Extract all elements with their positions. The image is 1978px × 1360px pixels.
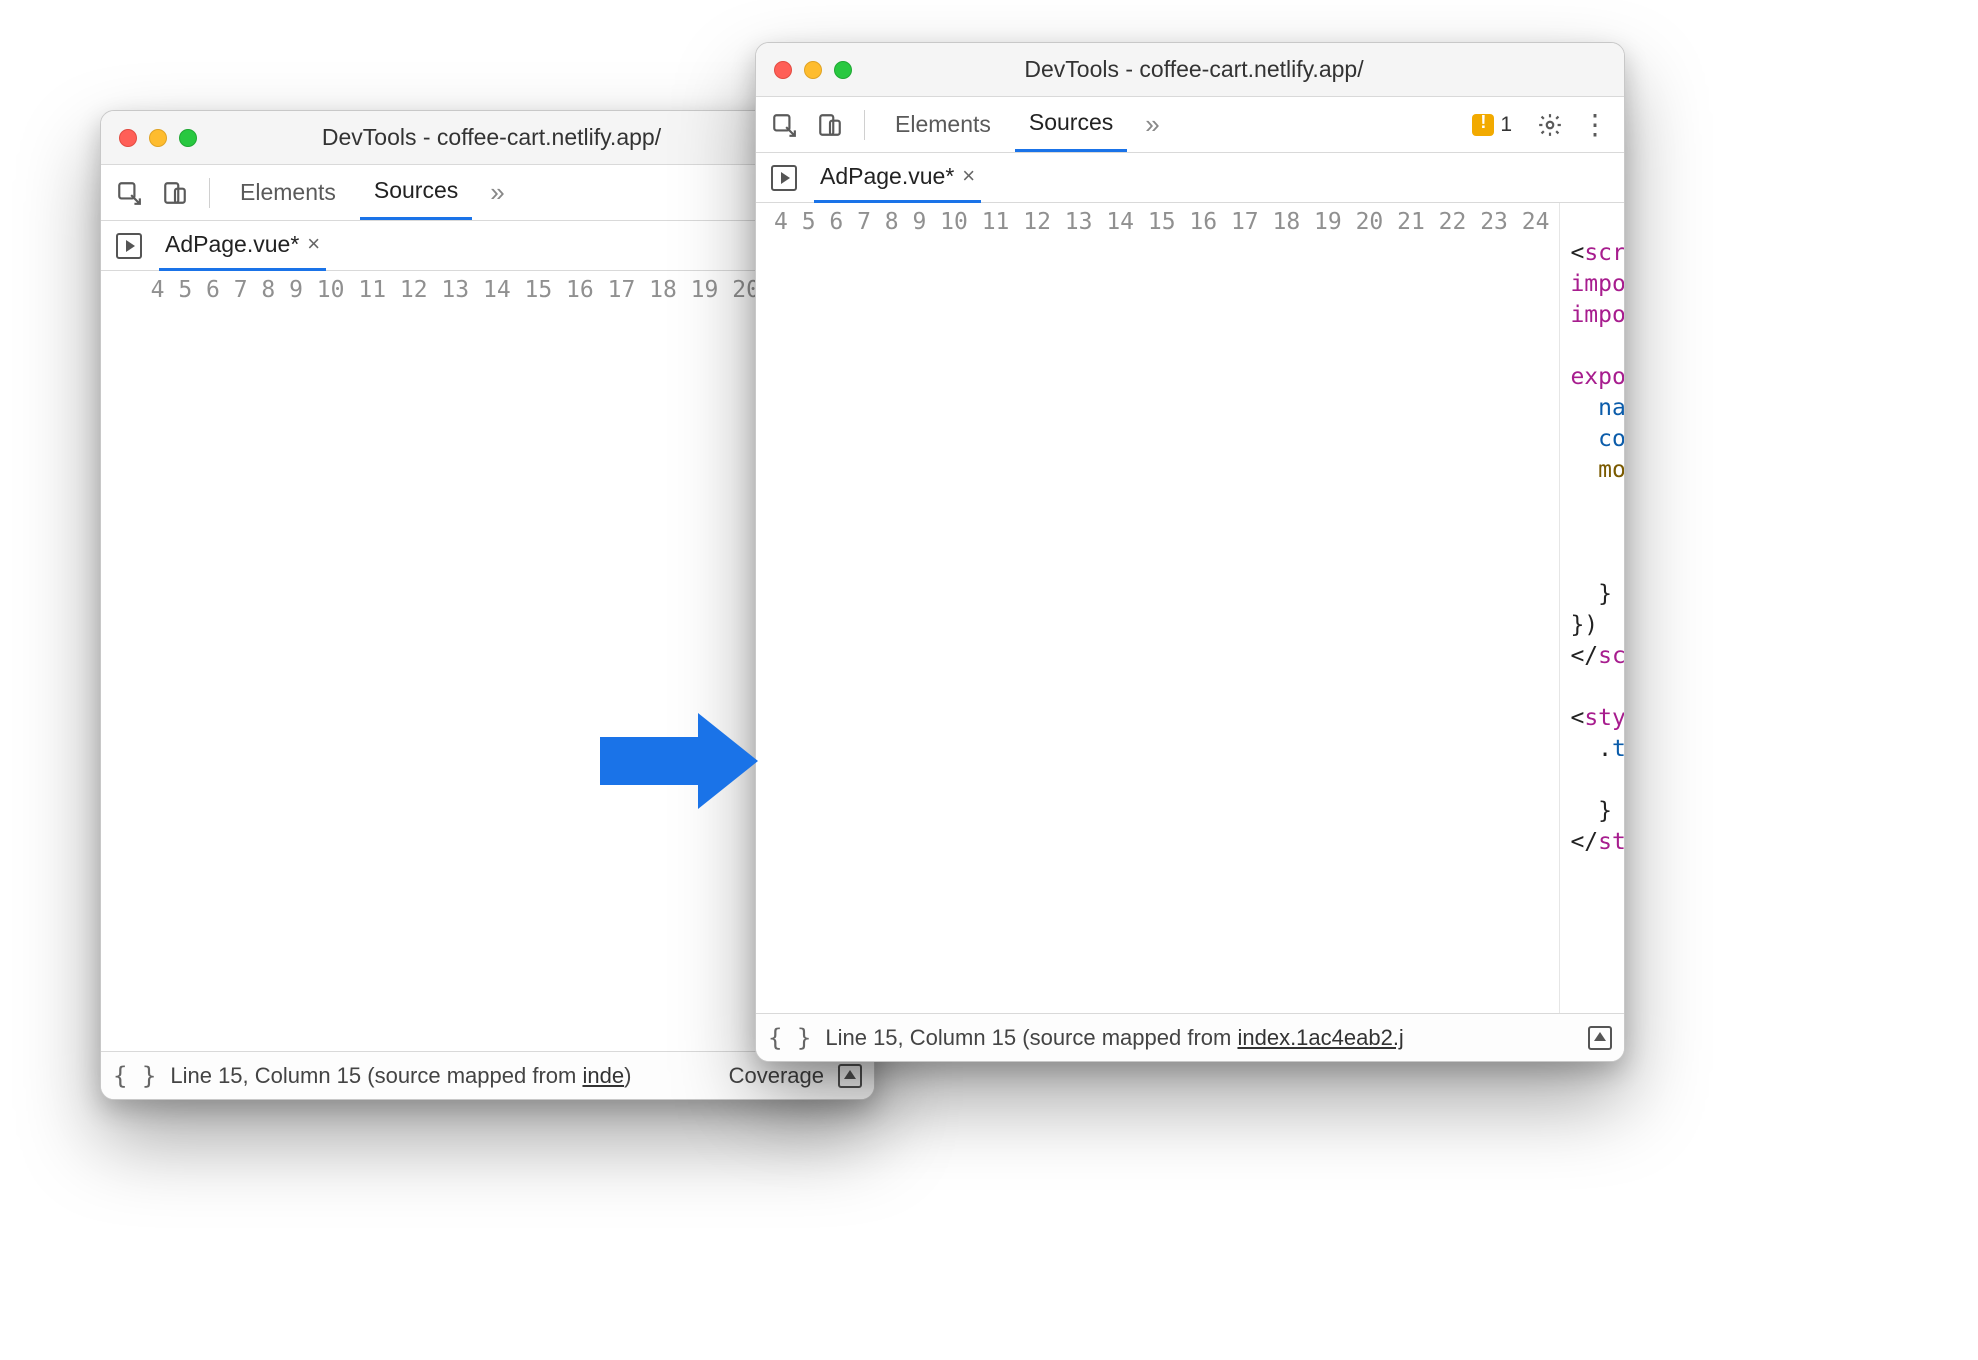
inspect-icon[interactable] [766, 107, 802, 143]
tab-elements[interactable]: Elements [881, 99, 1005, 151]
issues-chip[interactable]: 1 [1462, 109, 1522, 141]
tab-sources[interactable]: Sources [360, 165, 472, 220]
drawer-toggle-icon[interactable] [1588, 1026, 1612, 1050]
window-title: DevTools - coffee-cart.netlify.app/ [782, 56, 1606, 83]
file-tab[interactable]: AdPage.vue* × [814, 153, 981, 203]
drawer-toggle-icon[interactable] [838, 1064, 862, 1088]
file-tab-name: AdPage.vue* [165, 231, 299, 258]
warning-icon [1472, 114, 1494, 136]
status-bar: { } Line 15, Column 15 (source mapped fr… [101, 1051, 874, 1099]
issues-count: 1 [1500, 113, 1512, 137]
device-toggle-icon[interactable] [157, 175, 193, 211]
navigator-icon[interactable] [766, 160, 802, 196]
more-tabs-icon[interactable]: » [482, 177, 512, 208]
pretty-print-icon[interactable]: { } [768, 1024, 811, 1052]
device-toggle-icon[interactable] [812, 107, 848, 143]
divider [209, 178, 210, 208]
close-tab-icon[interactable]: × [307, 231, 320, 257]
line-gutter: 4 5 6 7 8 9 10 11 12 13 14 15 16 17 18 1… [756, 203, 1560, 1013]
devtools-window-right: DevTools - coffee-cart.netlify.app/ Elem… [755, 42, 1625, 1062]
window-title: DevTools - coffee-cart.netlify.app/ [127, 124, 856, 151]
pretty-print-icon[interactable]: { } [113, 1062, 156, 1090]
tab-sources[interactable]: Sources [1015, 97, 1127, 152]
line-gutter: 4 5 6 7 8 9 10 11 12 13 14 15 16 17 18 1… [101, 271, 854, 1051]
mapped-file-link[interactable]: index.1ac4eab2.j [1237, 1025, 1403, 1050]
settings-icon[interactable] [1532, 107, 1568, 143]
close-tab-icon[interactable]: × [962, 163, 975, 189]
cursor-position: Line 15, Column 15 (source mapped from i… [825, 1025, 1403, 1051]
coverage-label[interactable]: Coverage [729, 1063, 824, 1089]
more-menu-icon[interactable]: ⋮ [1578, 107, 1614, 143]
status-bar: { } Line 15, Column 15 (source mapped fr… [756, 1013, 1624, 1061]
navigator-icon[interactable] [111, 228, 147, 264]
inspect-icon[interactable] [111, 175, 147, 211]
titlebar: DevTools - coffee-cart.netlify.app/ [756, 43, 1624, 97]
file-tab[interactable]: AdPage.vue* × [159, 221, 326, 271]
code-content[interactable]: <script lang="ts"> import { defineCompon… [1560, 203, 1624, 1013]
divider [864, 110, 865, 140]
cursor-position: Line 15, Column 15 (source mapped from i… [170, 1063, 631, 1089]
file-tab-bar: AdPage.vue* × [756, 153, 1624, 203]
toolbar: Elements Sources » 1 ⋮ [756, 97, 1624, 153]
tab-elements[interactable]: Elements [226, 167, 350, 219]
mapped-file-link[interactable]: inde [582, 1063, 624, 1088]
file-tab-name: AdPage.vue* [820, 163, 954, 190]
more-tabs-icon[interactable]: » [1137, 109, 1167, 140]
code-editor[interactable]: 4 5 6 7 8 9 10 11 12 13 14 15 16 17 18 1… [756, 203, 1624, 1013]
